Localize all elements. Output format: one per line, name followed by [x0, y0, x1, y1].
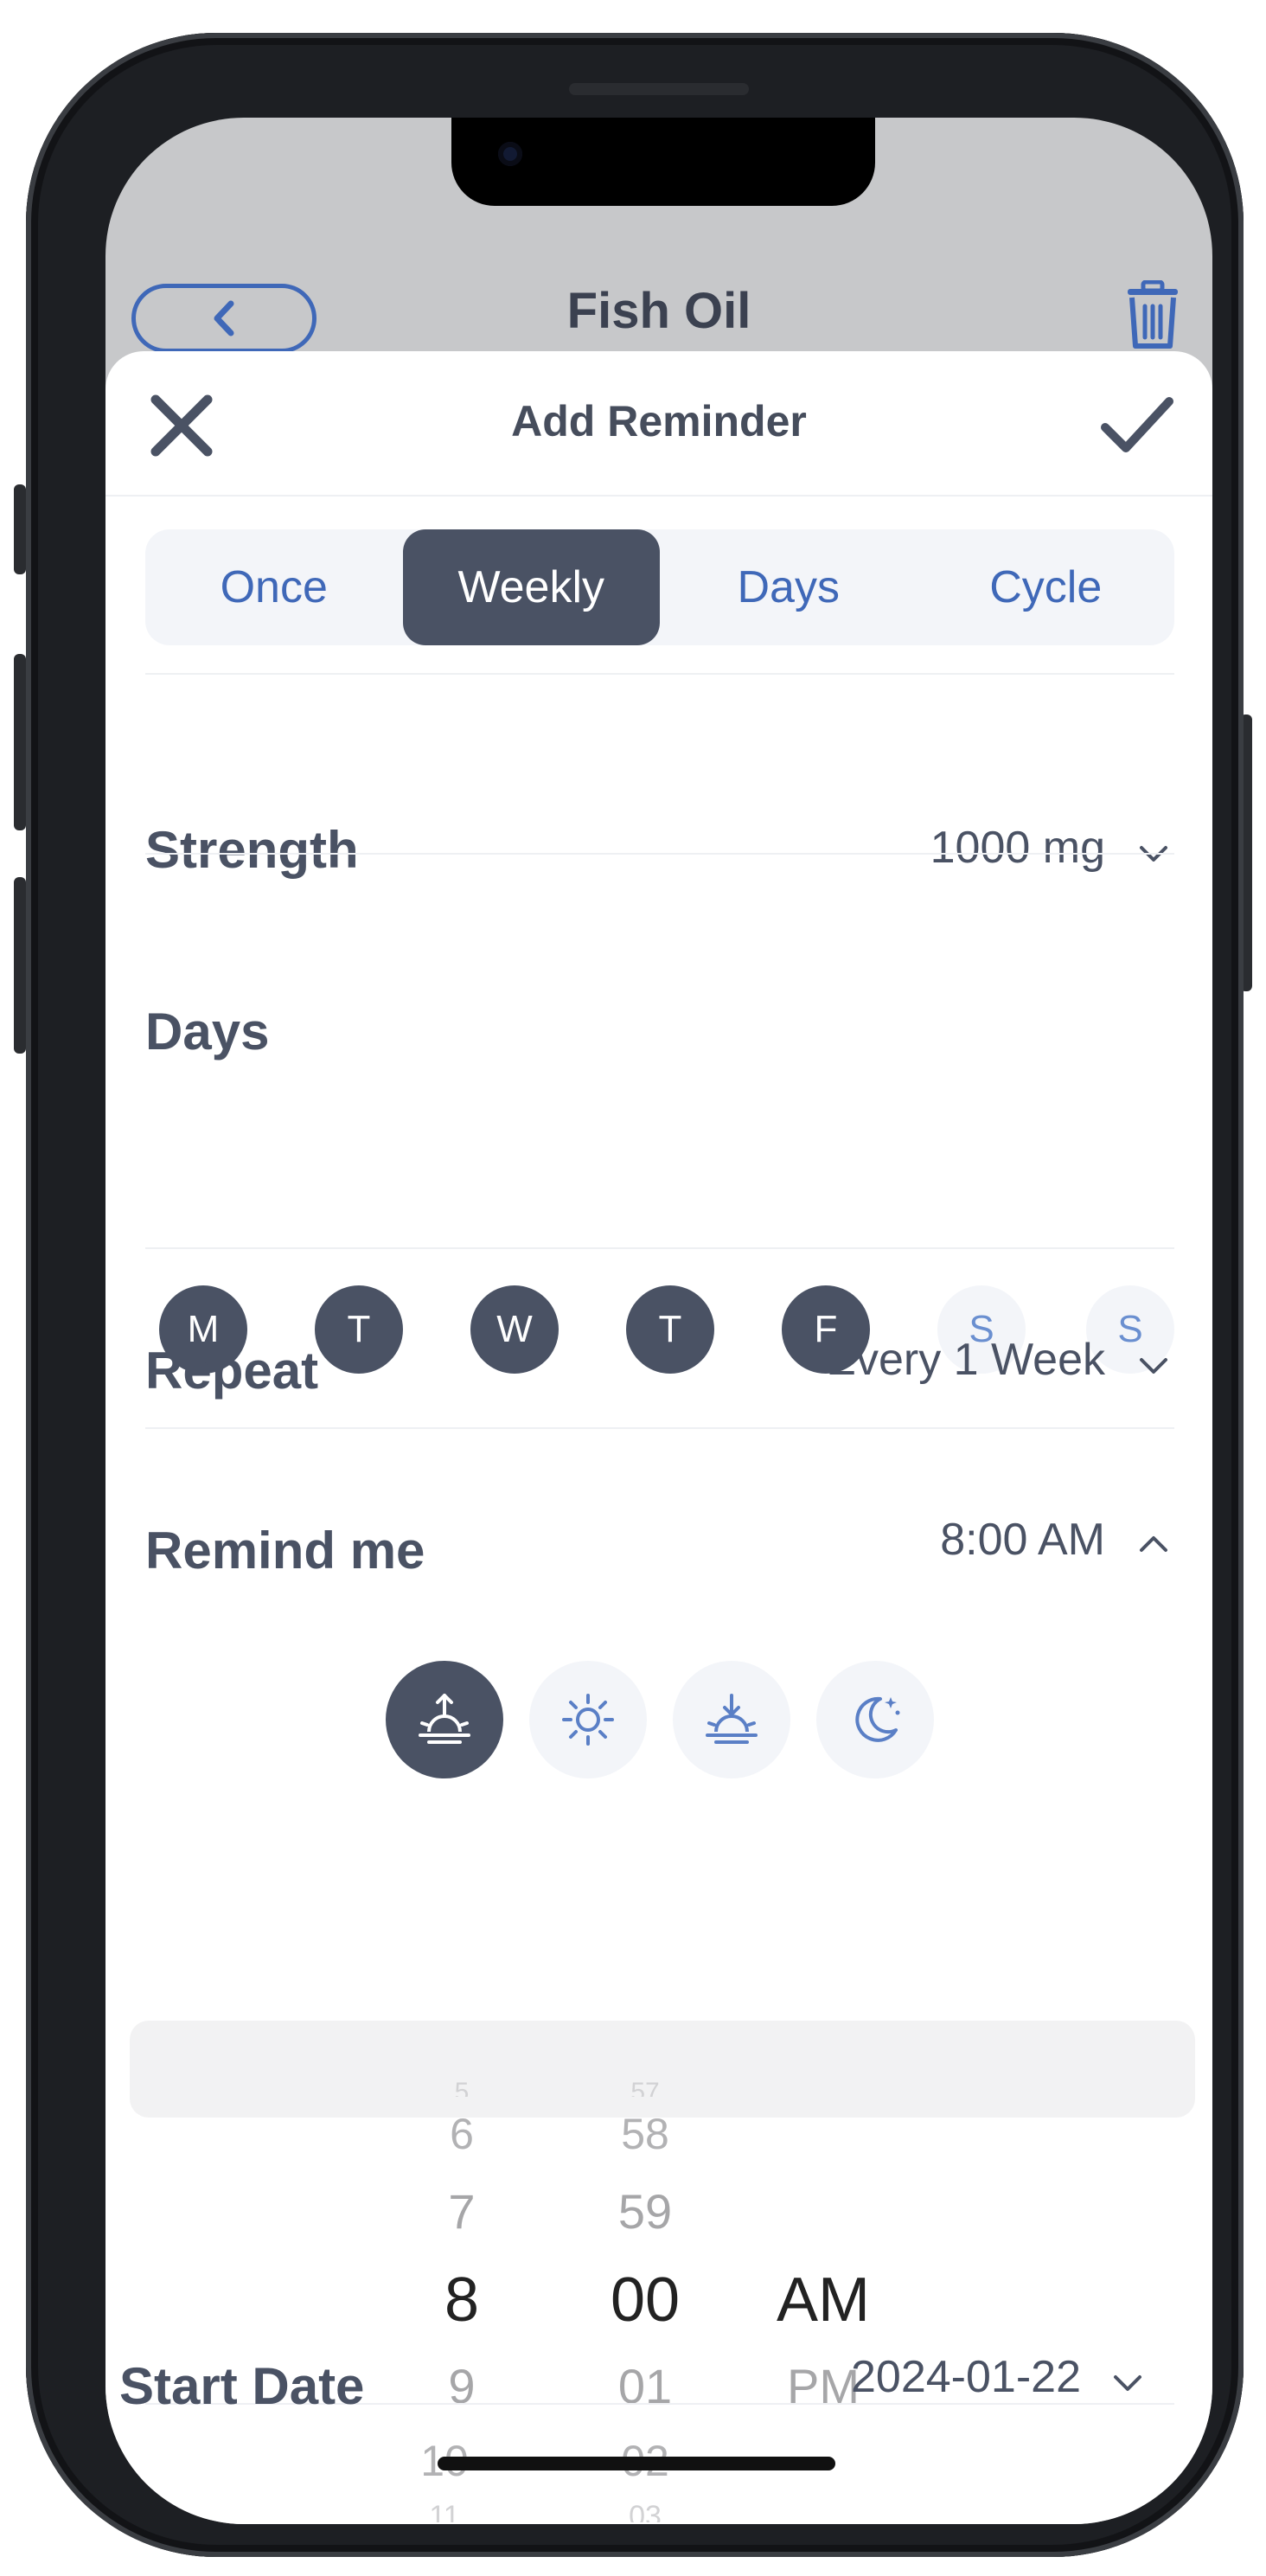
trash-icon[interactable]	[1124, 280, 1181, 349]
moon-icon	[855, 1696, 900, 1742]
picker-minute[interactable]: 58	[559, 2109, 732, 2159]
speaker-grille	[569, 83, 749, 95]
start-date-value[interactable]: 2024-01-22	[851, 2351, 1081, 2403]
picker-minute[interactable]: 59	[559, 2183, 732, 2240]
picker-hour[interactable]: 11	[358, 2500, 531, 2522]
picker-hour-selected[interactable]: 8	[375, 2265, 548, 2336]
front-camera	[498, 142, 522, 166]
picker-minute-selected[interactable]: 00	[559, 2265, 732, 2336]
picker-minute[interactable]: 01	[559, 2358, 732, 2414]
repeat-value[interactable]: Every 1 Week	[826, 1334, 1105, 1386]
divider	[145, 1427, 1174, 1429]
sunrise-icon	[419, 1694, 470, 1744]
picker-period-selected[interactable]: AM	[737, 2265, 910, 2336]
remind-time-value[interactable]: 8:00 AM	[940, 1514, 1105, 1566]
page-title: Fish Oil	[566, 283, 751, 339]
remind-me-label: Remind me	[145, 1522, 425, 1580]
picker-hour[interactable]: 9	[375, 2358, 548, 2414]
sun-icon	[562, 1694, 614, 1746]
picker-minute[interactable]: 57	[559, 2078, 732, 2097]
start-date-label: Start Date	[119, 2357, 365, 2415]
picker-minute[interactable]: 03	[559, 2500, 732, 2522]
sheet-lower-content: Repeat Every 1 Week Remind me 8:00 AM 5 …	[106, 118, 1212, 2524]
sunrise-button[interactable]	[386, 1661, 503, 1778]
night-button[interactable]	[816, 1661, 934, 1778]
sunset-icon	[706, 1694, 758, 1744]
picker-hour[interactable]: 7	[375, 2183, 548, 2240]
home-indicator	[438, 2457, 835, 2470]
midday-button[interactable]	[529, 1661, 647, 1778]
chevron-up-icon[interactable]	[1136, 1531, 1171, 1557]
chevron-down-icon[interactable]	[1136, 1353, 1171, 1379]
chevron-down-icon[interactable]	[1110, 2370, 1145, 2396]
notch	[451, 118, 875, 206]
picker-hour[interactable]: 6	[375, 2109, 548, 2159]
repeat-label: Repeat	[145, 1342, 319, 1400]
sheet-body: Repeat Every 1 Week Remind me 8:00 AM 5 …	[106, 351, 1212, 2522]
divider	[145, 1247, 1174, 1249]
picker-hour[interactable]: 5	[375, 2078, 548, 2097]
time-picker[interactable]: 5 6 7 8 9 10 11 57 58 59 00 01 02 03 AM …	[106, 1822, 1212, 2522]
sunset-button[interactable]	[673, 1661, 790, 1778]
